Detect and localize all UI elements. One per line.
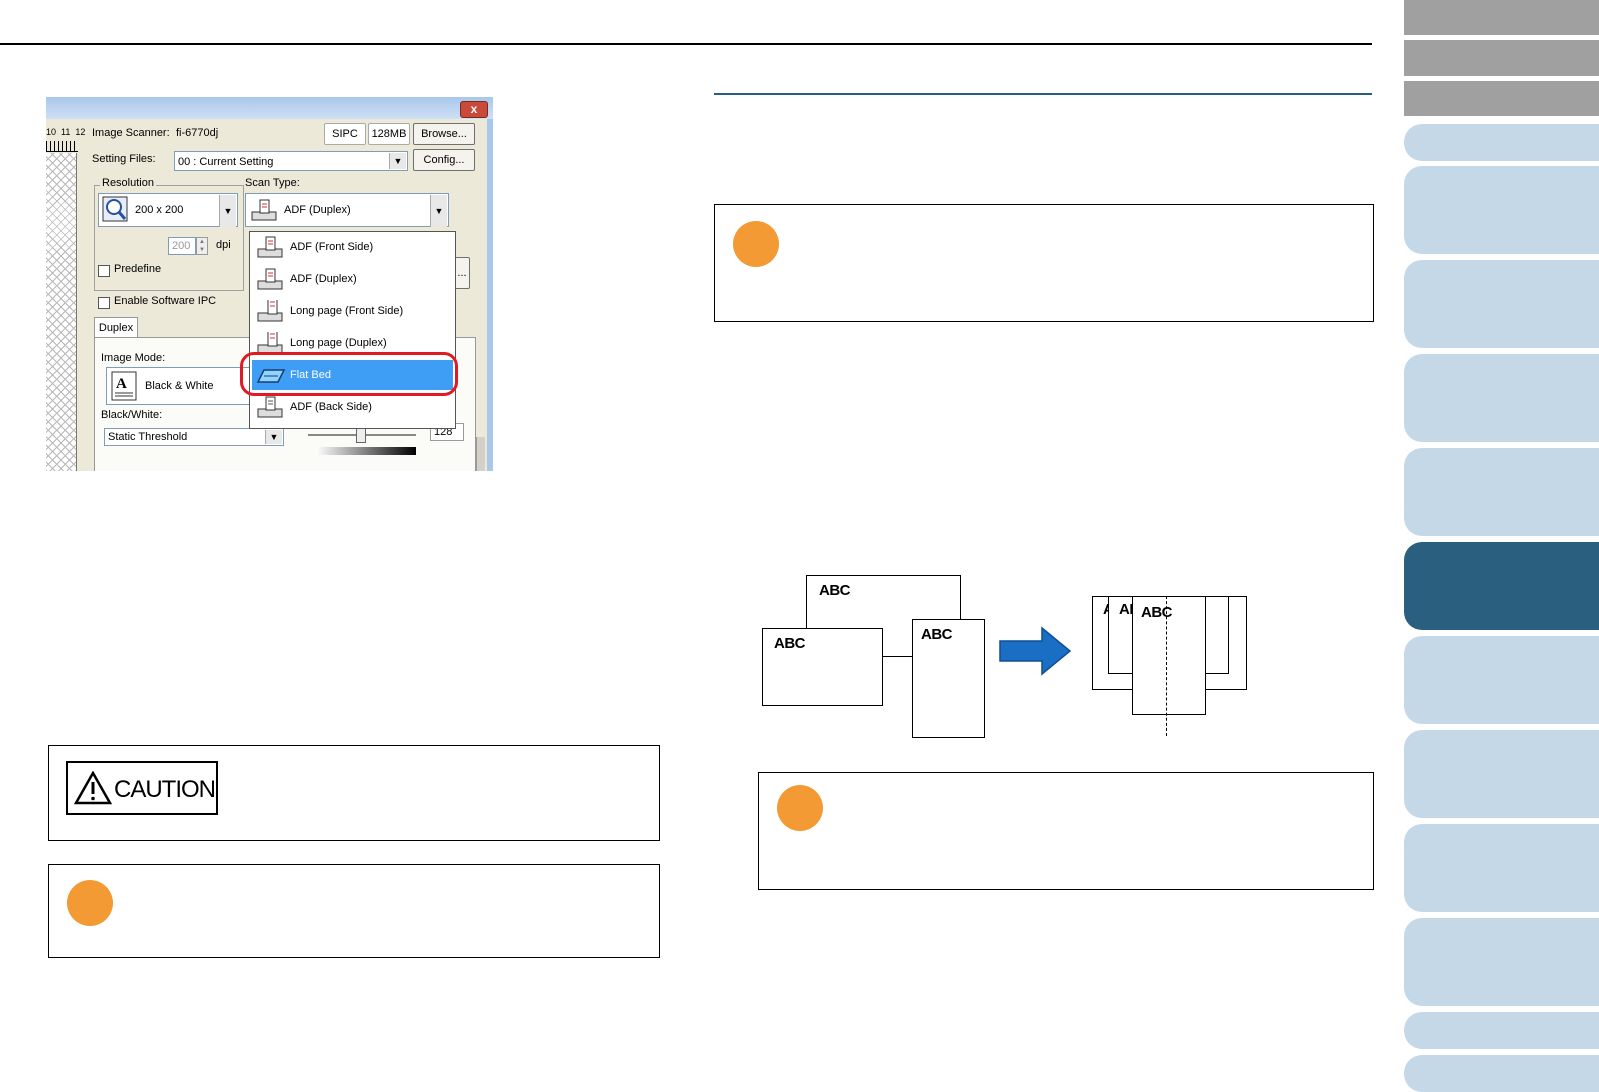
software-ipc-checkbox[interactable]	[98, 297, 110, 309]
note-box-right	[758, 772, 1374, 890]
sidebar-tab-14[interactable]	[1404, 1012, 1599, 1049]
caution-text: CAUTION	[114, 776, 216, 803]
long-page-duplex-icon	[257, 332, 283, 354]
aligned-sheet-narrow: ABC	[1132, 596, 1206, 715]
close-icon[interactable]: x	[460, 101, 488, 118]
dialog-frame	[487, 119, 493, 471]
note-box-left	[48, 864, 660, 958]
predefine-label: Predefine	[114, 263, 162, 275]
scanner-driver-dialog: x 10 11 12 Image Scanner: fi-6770dj SIPC…	[46, 97, 493, 471]
sidebar-tab-6[interactable]	[1404, 260, 1599, 348]
slider-handle[interactable]	[356, 427, 366, 443]
sidebar-tab-12[interactable]	[1404, 824, 1599, 912]
sidebar-tab-8[interactable]	[1404, 448, 1599, 536]
dialog-titlebar	[46, 97, 493, 119]
abc-label: ABC	[774, 635, 806, 652]
note-box-important	[714, 204, 1374, 322]
flatbed-callout-ring	[240, 352, 458, 396]
tab-duplex[interactable]: Duplex	[94, 317, 138, 338]
section-rule	[714, 93, 1372, 95]
adf-front-icon	[257, 236, 283, 258]
chevron-down-icon: ▼	[389, 153, 406, 169]
sidebar-tab-3[interactable]	[1404, 81, 1599, 116]
scanner-value: fi-6770dj	[176, 127, 219, 139]
scan-type-option[interactable]: ADF (Back Side)	[252, 392, 453, 422]
adf-duplex-icon	[257, 268, 283, 290]
image-mode-label: Image Mode:	[101, 352, 166, 364]
warning-triangle-icon	[74, 771, 112, 805]
sidebar-tab-7[interactable]	[1404, 354, 1599, 442]
ruler: 10 11 12	[46, 127, 85, 152]
setting-files-select[interactable]: 00 : Current Setting ▼	[174, 151, 408, 171]
note-dot-icon	[733, 221, 779, 267]
sidebar-tab-15[interactable]	[1404, 1055, 1599, 1092]
abc-label: AI	[1119, 601, 1134, 618]
abc-label: ABC	[819, 582, 851, 599]
predefine-checkbox[interactable]	[98, 265, 110, 277]
scan-type-option[interactable]: Long page (Front Side)	[252, 296, 453, 326]
config-button[interactable]: Config...	[413, 149, 475, 171]
note-dot-icon	[777, 785, 823, 831]
setting-files-value: 00 : Current Setting	[178, 156, 274, 168]
header-rule	[0, 43, 1372, 45]
more-button[interactable]: ...	[454, 257, 470, 289]
resolution-icon	[102, 196, 128, 222]
svg-text:A: A	[116, 376, 127, 392]
note-dot-icon	[67, 880, 113, 926]
panel-scrollbar[interactable]	[476, 437, 485, 471]
sidebar-tab-11[interactable]	[1404, 730, 1599, 818]
sidebar-tab-active[interactable]	[1404, 542, 1599, 630]
software-ipc-label: Enable Software IPC	[114, 295, 217, 307]
document-sheet-left: ABC	[762, 628, 883, 706]
adf-duplex-icon	[251, 199, 277, 221]
center-line	[1166, 596, 1167, 736]
sidebar-tab-1[interactable]	[1404, 0, 1599, 35]
sidebar-tab-4[interactable]	[1404, 124, 1599, 161]
custom-resolution-input[interactable]: 200	[168, 237, 196, 255]
black-white-select[interactable]: Static Threshold ▼	[104, 428, 284, 446]
preview-area	[46, 153, 77, 471]
black-white-mode-icon: A	[111, 371, 137, 401]
sidebar-tab-5[interactable]	[1404, 166, 1599, 254]
long-page-front-icon	[257, 300, 283, 322]
memory-indicator: 128MB	[368, 123, 410, 145]
browse-button[interactable]: Browse...	[413, 123, 475, 145]
scan-type-dropdown: ADF (Front Side) ADF (Duplex) Long page …	[249, 231, 456, 429]
abc-label: ABC	[1141, 604, 1173, 621]
sipc-indicator: SIPC	[324, 123, 366, 145]
gradient-bar	[316, 447, 416, 455]
resolution-label: Resolution	[100, 177, 156, 189]
black-white-label: Black/White:	[101, 409, 163, 421]
scan-type-label: Scan Type:	[245, 177, 300, 189]
resolution-value: 200 x 200	[135, 204, 184, 216]
chevron-down-icon: ▼	[430, 195, 447, 227]
resolution-spinner[interactable]: ▲ ▼	[196, 237, 208, 255]
scan-type-value: ADF (Duplex)	[284, 204, 351, 216]
ruler-labels: 10 11 12	[46, 127, 86, 137]
black-white-value: Static Threshold	[108, 431, 188, 443]
scan-type-option[interactable]: ADF (Duplex)	[252, 264, 453, 294]
sidebar-tab-10[interactable]	[1404, 636, 1599, 724]
dpi-label: dpi	[216, 239, 231, 251]
caution-label: CAUTION	[66, 761, 218, 815]
scanner-label: Image Scanner:	[92, 127, 170, 139]
document-sheet-right: ABC	[912, 619, 985, 738]
setting-files-label: Setting Files:	[92, 153, 156, 165]
arrow-right-icon	[999, 626, 1072, 676]
sidebar-tab-13[interactable]	[1404, 918, 1599, 1006]
sidebar-tab-2[interactable]	[1404, 40, 1599, 76]
chevron-down-icon: ▼	[265, 430, 282, 444]
chevron-down-icon: ▼	[219, 195, 236, 227]
image-mode-value: Black & White	[145, 380, 214, 392]
adf-back-icon	[257, 396, 283, 418]
abc-label: ABC	[921, 626, 953, 643]
scan-type-option[interactable]: ADF (Front Side)	[252, 232, 453, 262]
